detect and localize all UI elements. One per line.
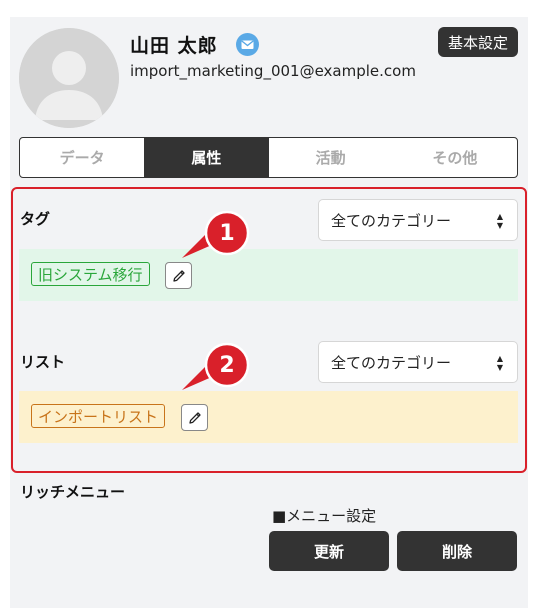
tab-bar: データ 属性 活動 その他 bbox=[19, 137, 518, 178]
tag-section-label: タグ bbox=[20, 210, 51, 228]
rich-menu-label: リッチメニュー bbox=[20, 483, 126, 501]
tag-category-value: 全てのカテゴリー bbox=[331, 211, 452, 230]
update-button[interactable]: 更新 bbox=[269, 531, 389, 571]
select-arrows-icon: ▲ ▼ bbox=[496, 354, 503, 372]
tab-attributes[interactable]: 属性 bbox=[144, 138, 269, 177]
list-chip: インポートリスト bbox=[31, 404, 166, 428]
callout-1: 1 bbox=[182, 210, 254, 260]
user-silhouette-icon bbox=[19, 28, 119, 128]
select-arrows-icon: ▲ ▼ bbox=[496, 212, 503, 230]
menu-setting-label: ■メニュー設定 bbox=[272, 507, 377, 525]
tab-data[interactable]: データ bbox=[20, 138, 144, 177]
user-email: import_marketing_001@example.com bbox=[130, 62, 416, 80]
avatar bbox=[19, 28, 119, 128]
tab-other[interactable]: その他 bbox=[393, 138, 517, 177]
list-area: インポートリスト bbox=[19, 391, 518, 443]
callout-2: 2 bbox=[182, 342, 254, 392]
list-section-label: リスト bbox=[20, 353, 66, 371]
tab-activity[interactable]: 活動 bbox=[269, 138, 393, 177]
tag-category-select[interactable]: 全てのカテゴリー ▲ ▼ bbox=[318, 199, 518, 241]
pencil-icon bbox=[188, 411, 201, 424]
callout-2-number: 2 bbox=[219, 352, 235, 378]
edit-list-button[interactable] bbox=[181, 404, 208, 431]
list-category-value: 全てのカテゴリー bbox=[331, 353, 452, 372]
tag-chip: 旧システム移行 bbox=[31, 262, 150, 286]
pencil-icon bbox=[172, 269, 185, 282]
user-name: 山田 太郎 bbox=[130, 35, 218, 57]
mail-icon[interactable] bbox=[236, 33, 259, 56]
callout-1-number: 1 bbox=[219, 220, 235, 246]
tag-area: 旧システム移行 bbox=[19, 249, 518, 301]
list-category-select[interactable]: 全てのカテゴリー ▲ ▼ bbox=[318, 341, 518, 383]
edit-tag-button[interactable] bbox=[165, 262, 192, 289]
basic-settings-button[interactable]: 基本設定 bbox=[438, 27, 518, 57]
delete-button[interactable]: 削除 bbox=[397, 531, 517, 571]
